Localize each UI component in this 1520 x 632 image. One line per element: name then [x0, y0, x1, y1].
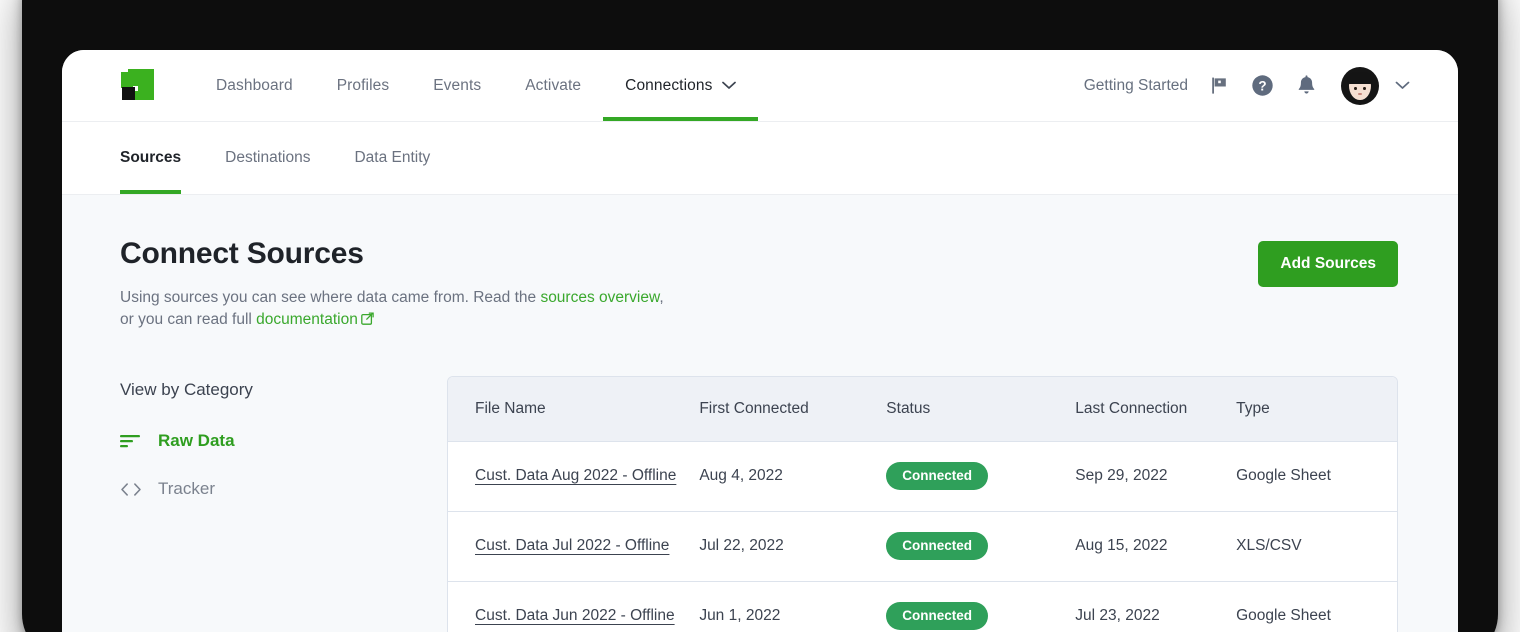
cell-last-connection: Jul 23, 2022: [1075, 581, 1237, 632]
column-header-last-connection: Last Connection: [1075, 377, 1237, 442]
category-sidebar: View by Category Raw Data Tracker: [120, 376, 447, 632]
page-description: Using sources you can see where data cam…: [120, 287, 664, 332]
tab-destinations[interactable]: Destinations: [203, 122, 332, 194]
table-header-row: File Name First Connected Status Last Co…: [448, 377, 1397, 442]
nav-label: Events: [433, 76, 482, 94]
svg-text:?: ?: [1258, 78, 1266, 93]
brand-logo-icon[interactable]: [120, 68, 154, 103]
sources-table: File Name First Connected Status Last Co…: [447, 376, 1398, 632]
table-row: Cust. Data Aug 2022 - Offline Aug 4, 202…: [448, 441, 1397, 512]
cell-first-connected: Jul 22, 2022: [699, 511, 887, 582]
status-badge: Connected: [886, 601, 989, 631]
file-name-link[interactable]: Cust. Data Aug 2022 - Offline: [475, 467, 676, 484]
tab-label: Sources: [120, 149, 182, 166]
help-circle-icon[interactable]: ?: [1251, 74, 1274, 97]
nav-label: Connections: [625, 76, 713, 94]
top-navigation-bar: Dashboard Profiles Events Activate Conne…: [62, 50, 1458, 122]
top-right-actions: Getting Started ?: [1084, 66, 1458, 105]
screenshot-root: Dashboard Profiles Events Activate Conne…: [0, 0, 1520, 632]
table-row: Cust. Data Jun 2022 - Offline Jun 1, 202…: [448, 581, 1397, 632]
tab-label: Data Entity: [354, 149, 431, 166]
cell-last-connection: Sep 29, 2022: [1075, 441, 1237, 512]
page-header: Connect Sources Using sources you can se…: [120, 237, 1398, 332]
sub-navigation-tabs: Sources Destinations Data Entity: [62, 122, 1458, 195]
description-text-1: Using sources you can see where data cam…: [120, 289, 541, 306]
file-name-link[interactable]: Cust. Data Jul 2022 - Offline: [475, 537, 669, 554]
column-header-first-connected: First Connected: [699, 377, 887, 442]
description-text-2: ,: [659, 289, 664, 306]
nav-item-connections[interactable]: Connections: [603, 50, 759, 121]
cell-type: Google Sheet: [1236, 581, 1397, 632]
sidebar-title: View by Category: [120, 380, 253, 399]
table-row: Cust. Data Jul 2022 - Offline Jul 22, 20…: [448, 511, 1397, 582]
cell-type: XLS/CSV: [1236, 511, 1397, 582]
sidebar-item-label: Raw Data: [158, 431, 235, 450]
content-body: View by Category Raw Data Tracker File N…: [120, 376, 1398, 632]
sidebar-item-tracker[interactable]: Tracker: [120, 479, 447, 499]
avatar[interactable]: [1341, 66, 1379, 105]
status-badge: Connected: [886, 461, 989, 491]
app-window: Dashboard Profiles Events Activate Conne…: [62, 50, 1458, 632]
filter-lines-icon: [120, 434, 142, 448]
page-content: Connect Sources Using sources you can se…: [62, 195, 1458, 632]
cell-last-connection: Aug 15, 2022: [1075, 511, 1237, 582]
nav-item-events[interactable]: Events: [411, 50, 503, 121]
sidebar-item-raw-data[interactable]: Raw Data: [120, 431, 447, 451]
cell-type: Google Sheet: [1236, 441, 1397, 512]
column-header-status: Status: [886, 377, 1076, 442]
column-header-file-name: File Name: [448, 377, 700, 442]
tab-label: Destinations: [225, 149, 311, 166]
primary-nav: Dashboard Profiles Events Activate Conne…: [194, 50, 759, 121]
add-sources-button[interactable]: Add Sources: [1258, 241, 1398, 287]
nav-label: Dashboard: [216, 76, 293, 94]
file-name-link[interactable]: Cust. Data Jun 2022 - Offline: [475, 607, 675, 624]
active-nav-underline: [603, 117, 759, 121]
status-badge: Connected: [886, 531, 989, 561]
documentation-link[interactable]: documentation: [256, 311, 358, 328]
nav-label: Activate: [525, 76, 582, 94]
tab-data-entity[interactable]: Data Entity: [332, 122, 452, 194]
getting-started-link[interactable]: Getting Started: [1084, 77, 1188, 95]
cell-first-connected: Jun 1, 2022: [699, 581, 887, 632]
active-tab-underline: [120, 190, 182, 194]
nav-item-profiles[interactable]: Profiles: [315, 50, 411, 121]
column-header-type: Type: [1236, 377, 1397, 442]
external-link-icon: [360, 310, 374, 332]
bell-icon[interactable]: [1296, 74, 1317, 97]
account-chevron-down-icon[interactable]: [1395, 81, 1410, 90]
code-brackets-icon: [120, 482, 142, 497]
nav-item-activate[interactable]: Activate: [503, 50, 603, 121]
flag-icon[interactable]: [1210, 76, 1229, 95]
sidebar-item-label: Tracker: [158, 479, 215, 498]
nav-label: Profiles: [336, 76, 390, 94]
tab-sources[interactable]: Sources: [120, 122, 203, 194]
cell-first-connected: Aug 4, 2022: [699, 441, 887, 512]
page-title: Connect Sources: [120, 237, 364, 270]
nav-item-dashboard[interactable]: Dashboard: [194, 50, 315, 121]
description-text-3: or you can read full: [120, 311, 257, 328]
sources-overview-link[interactable]: sources overview: [540, 289, 659, 306]
chevron-down-icon: [722, 77, 737, 95]
